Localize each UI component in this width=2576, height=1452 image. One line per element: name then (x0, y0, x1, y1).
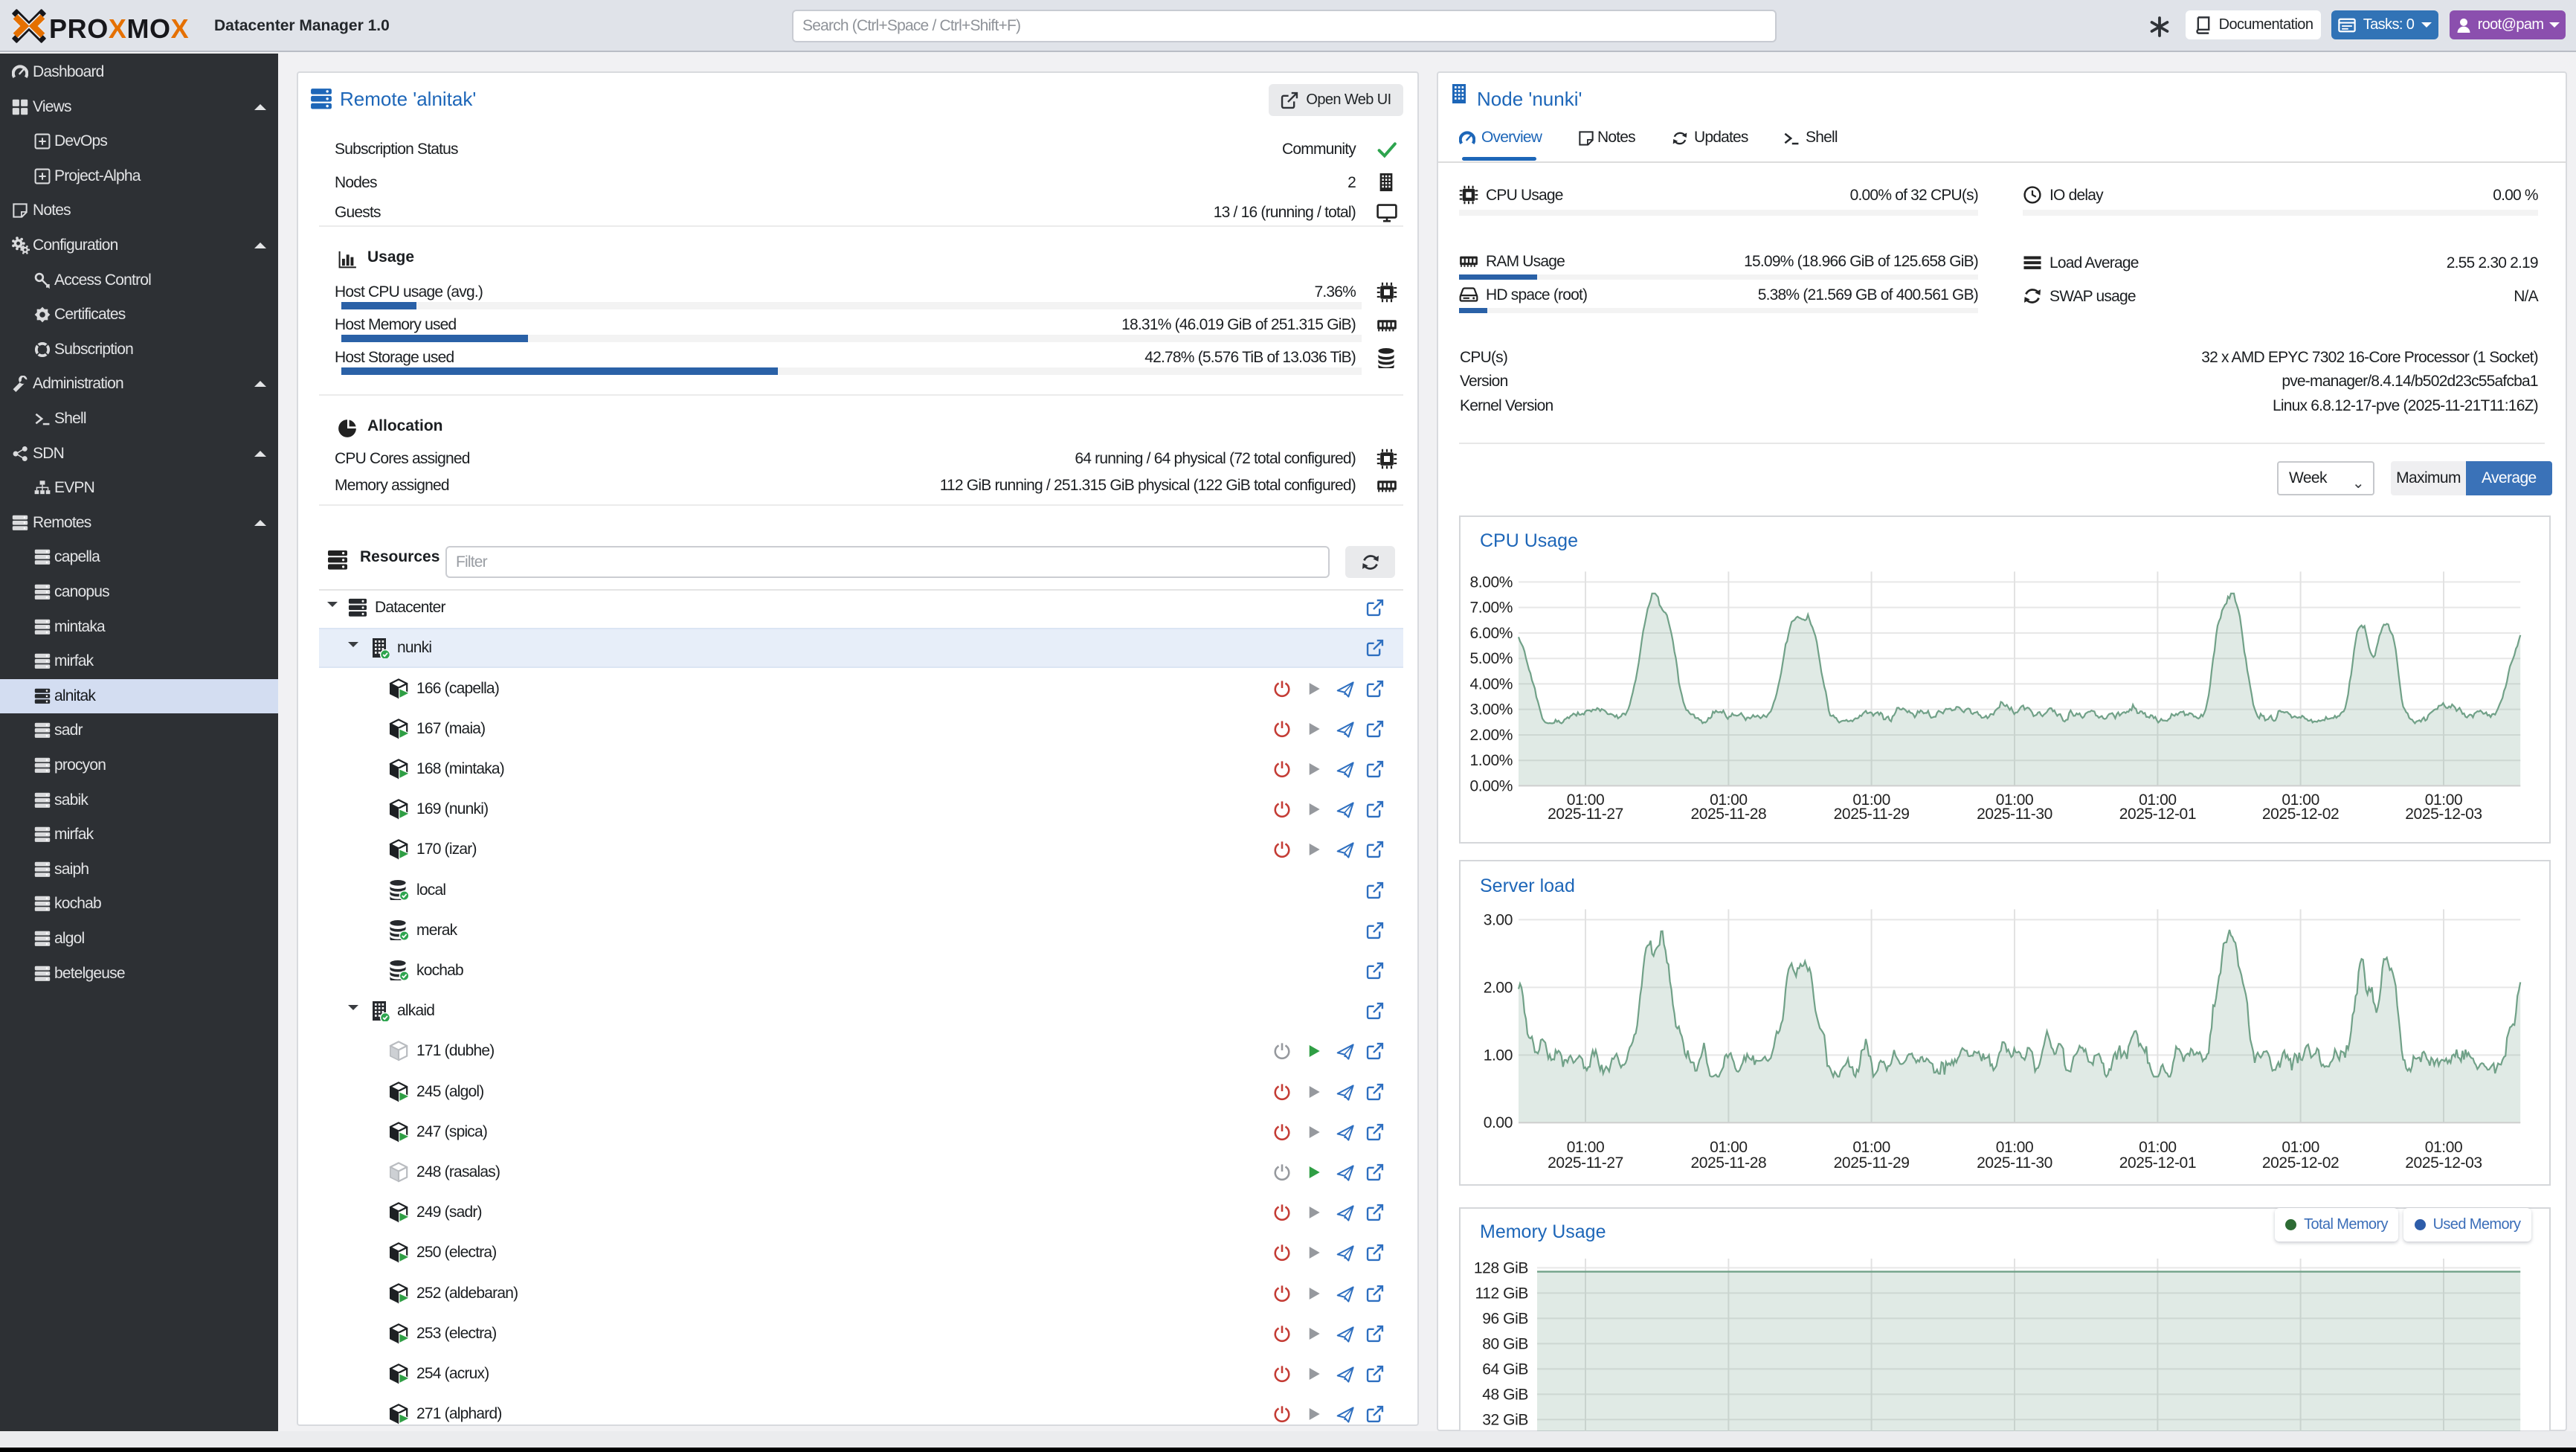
svg-text:4.00%: 4.00% (1469, 675, 1513, 693)
svg-text:2025-12-03: 2025-12-03 (2405, 1154, 2482, 1172)
svg-text:01:00: 01:00 (2425, 1139, 2463, 1156)
svg-text:2025-11-27: 2025-11-27 (1548, 1154, 1623, 1172)
svg-text:64 GiB: 64 GiB (1482, 1361, 1528, 1378)
svg-text:01:00: 01:00 (2139, 1139, 2177, 1156)
svg-text:01:00: 01:00 (1852, 1139, 1890, 1156)
svg-text:01:00: 01:00 (1567, 1139, 1605, 1156)
svg-text:0.00%: 0.00% (1469, 777, 1513, 794)
svg-text:1.00: 1.00 (1484, 1047, 1513, 1064)
svg-text:2025-12-02: 2025-12-02 (2262, 1154, 2339, 1172)
svg-text:01:00: 01:00 (2282, 1139, 2319, 1156)
svg-text:2025-11-27: 2025-11-27 (1548, 806, 1623, 823)
svg-text:112 GiB: 112 GiB (1475, 1285, 1528, 1302)
svg-text:128 GiB: 128 GiB (1474, 1259, 1528, 1276)
svg-text:2025-11-28: 2025-11-28 (1690, 806, 1766, 823)
svg-text:2.00: 2.00 (1484, 979, 1513, 996)
svg-text:2025-12-03: 2025-12-03 (2405, 806, 2482, 823)
svg-text:2025-11-29: 2025-11-29 (1834, 1154, 1910, 1172)
svg-text:2.00%: 2.00% (1469, 727, 1513, 744)
svg-text:3.00%: 3.00% (1469, 701, 1513, 719)
svg-text:2025-12-02: 2025-12-02 (2262, 806, 2339, 823)
svg-text:6.00%: 6.00% (1469, 625, 1513, 642)
svg-text:8.00%: 8.00% (1469, 574, 1513, 591)
svg-text:80 GiB: 80 GiB (1482, 1335, 1528, 1352)
svg-text:7.00%: 7.00% (1469, 600, 1513, 617)
svg-text:2025-12-01: 2025-12-01 (2119, 1154, 2196, 1172)
svg-text:2025-11-30: 2025-11-30 (1977, 1154, 2052, 1172)
svg-text:96 GiB: 96 GiB (1482, 1310, 1528, 1327)
svg-text:1.00%: 1.00% (1469, 752, 1513, 769)
svg-text:0.00: 0.00 (1484, 1114, 1513, 1131)
svg-text:2025-11-28: 2025-11-28 (1690, 1154, 1766, 1172)
svg-text:32 GiB: 32 GiB (1482, 1411, 1528, 1428)
svg-text:3.00: 3.00 (1484, 911, 1513, 928)
svg-text:48 GiB: 48 GiB (1482, 1386, 1528, 1403)
svg-text:01:00: 01:00 (1710, 1139, 1748, 1156)
svg-text:2025-11-29: 2025-11-29 (1834, 806, 1910, 823)
svg-text:2025-12-01: 2025-12-01 (2119, 806, 2196, 823)
svg-text:5.00%: 5.00% (1469, 650, 1513, 667)
svg-text:2025-11-30: 2025-11-30 (1977, 806, 2052, 823)
svg-text:01:00: 01:00 (1996, 1139, 2034, 1156)
